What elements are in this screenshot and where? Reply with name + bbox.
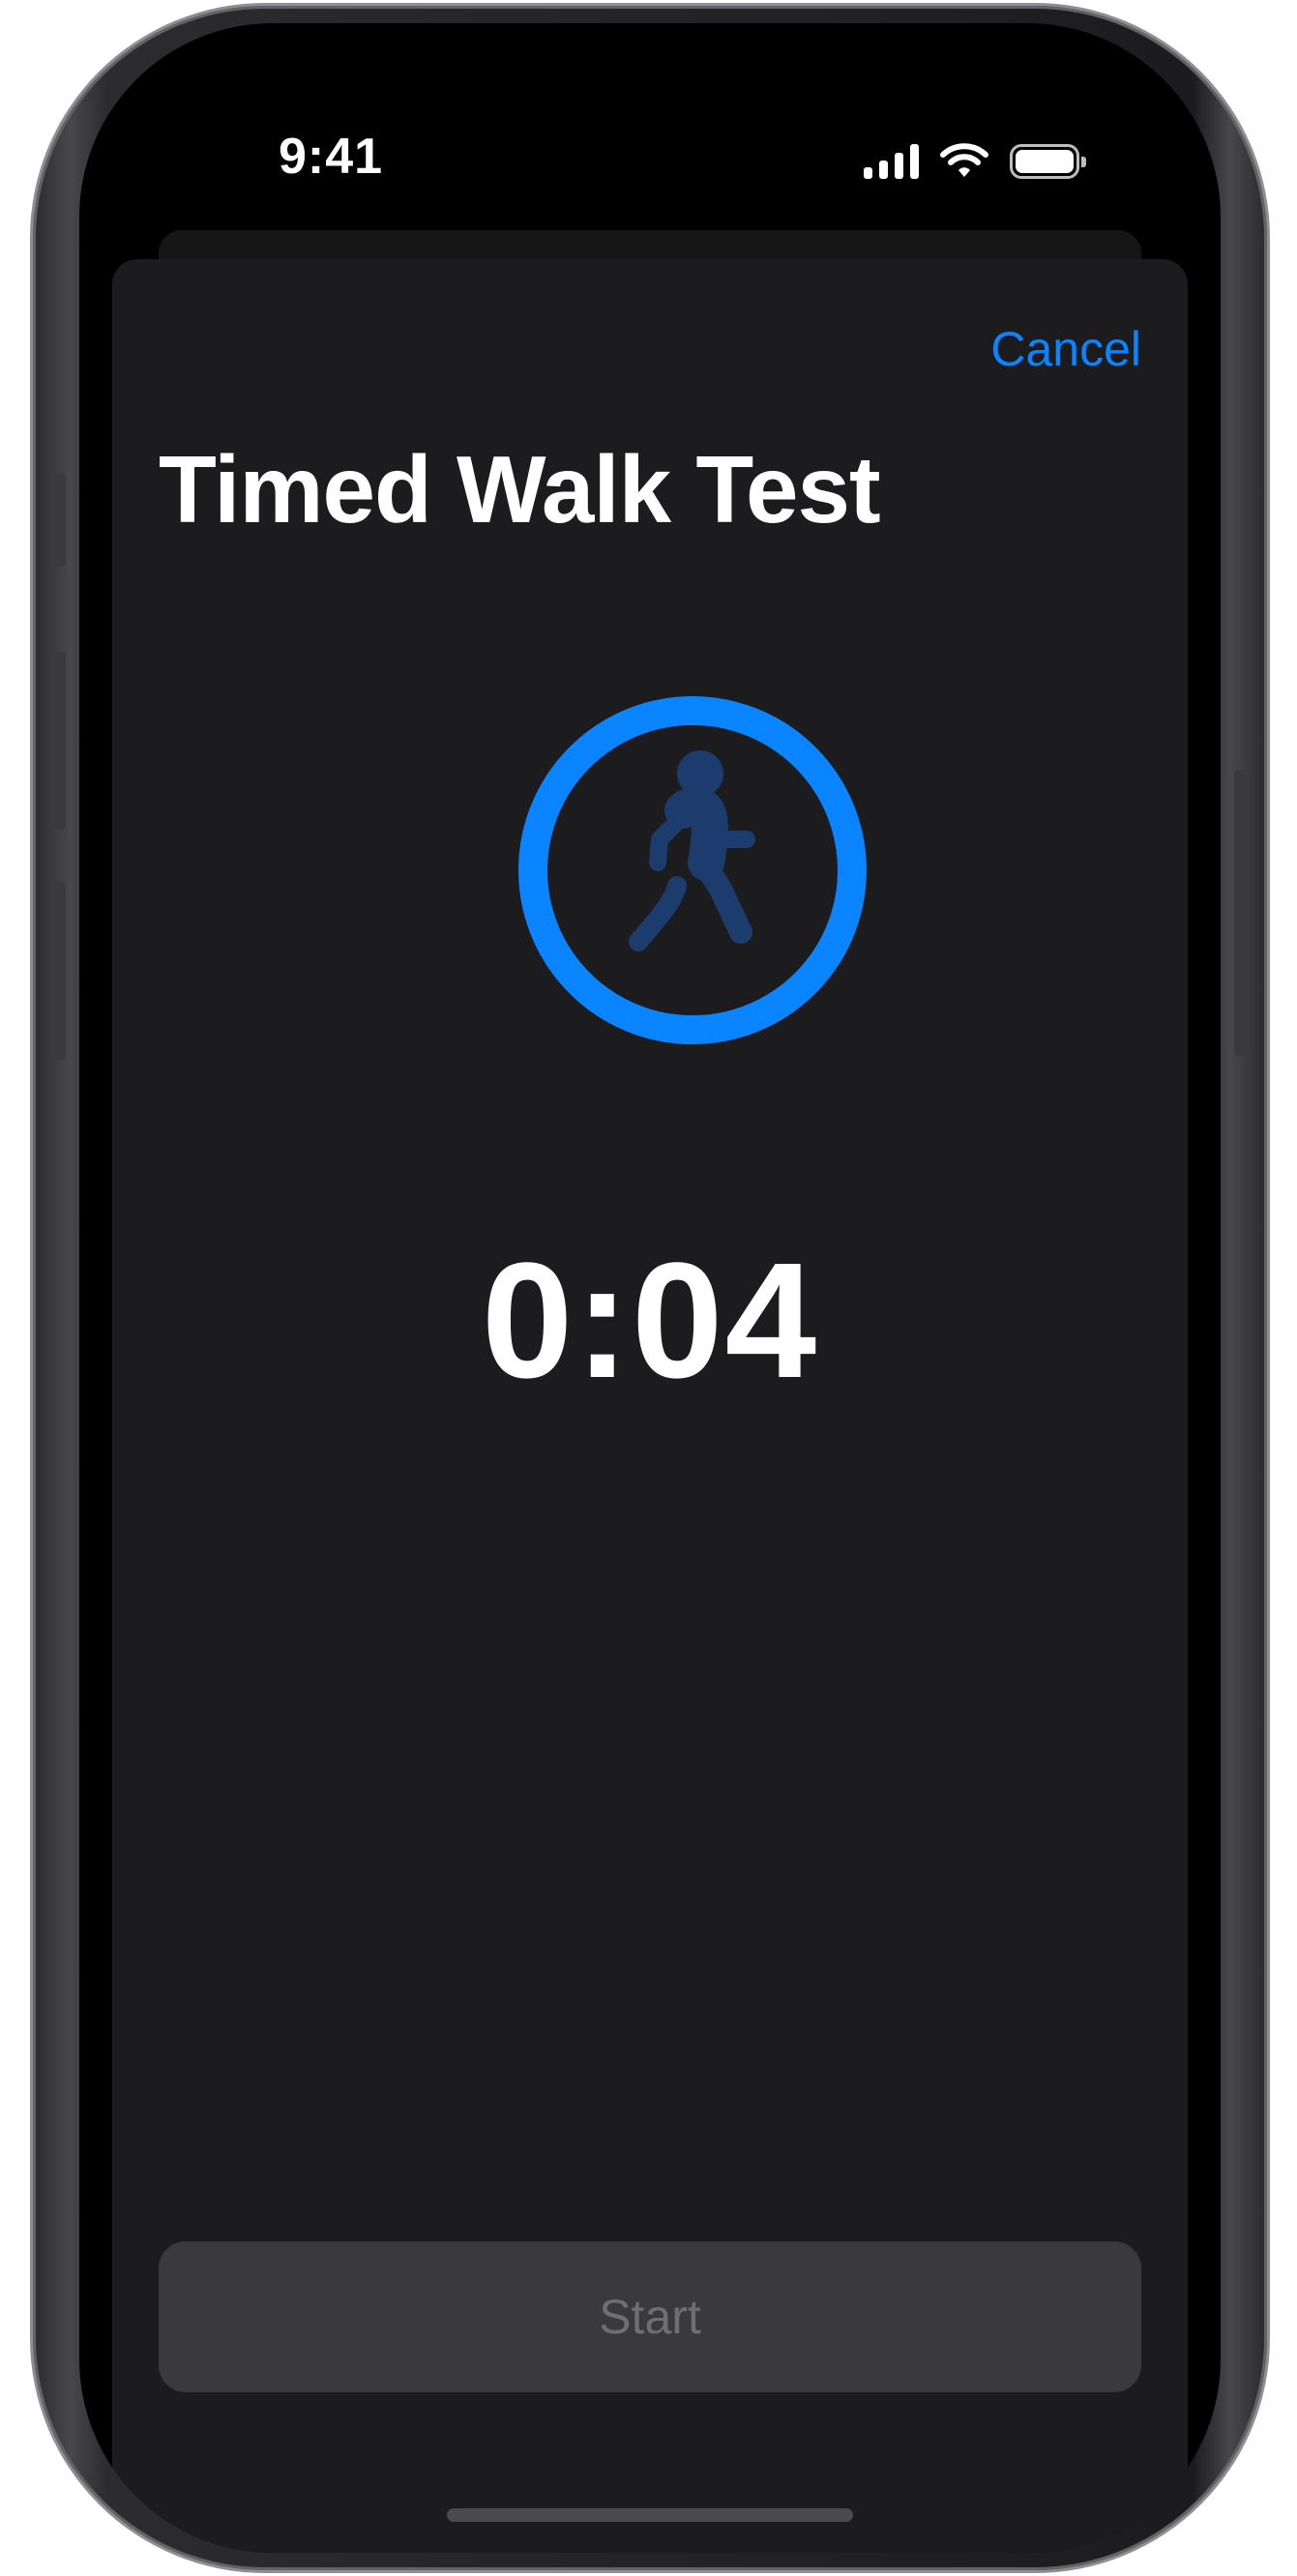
figure-walk-icon — [629, 750, 755, 951]
device-frame: 9:41 Cancel Timed Walk Test 0:04 Start — [33, 6, 1267, 2570]
cellular-signal-icon — [864, 144, 919, 179]
action-button — [52, 474, 66, 567]
start-button[interactable]: Start — [159, 2241, 1141, 2392]
wifi-icon — [940, 143, 988, 177]
volume-down-button — [52, 882, 66, 1060]
battery-icon — [1010, 144, 1086, 179]
status-time: 9:41 — [278, 129, 384, 185]
modal-sheet: Cancel Timed Walk Test 0:04 Start — [112, 259, 1188, 2553]
home-indicator[interactable] — [447, 2508, 853, 2522]
volume-up-button — [52, 652, 66, 830]
activity-ring — [518, 696, 867, 1044]
screen: 9:41 Cancel Timed Walk Test 0:04 Start — [79, 23, 1221, 2553]
status-icons — [864, 139, 1086, 184]
power-button — [1234, 770, 1248, 1056]
progress-ring — [518, 696, 867, 1044]
elapsed-timer: 0:04 — [481, 1229, 819, 1413]
page-title: Timed Walk Test — [159, 436, 881, 542]
cancel-button[interactable]: Cancel — [990, 321, 1141, 377]
